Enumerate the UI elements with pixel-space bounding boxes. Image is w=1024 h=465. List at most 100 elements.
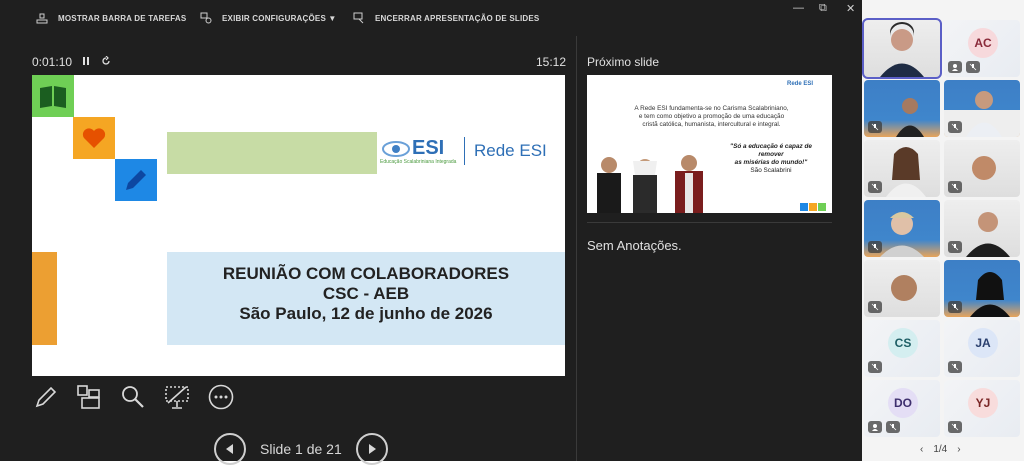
green-tile	[32, 75, 74, 117]
mic-off-icon	[871, 363, 879, 371]
participant-video-1	[880, 22, 924, 77]
slide-title-line-1: REUNIÃO COM COLABORADORES	[222, 264, 510, 283]
founders-illustration	[597, 155, 703, 213]
esi-logo-divider	[464, 137, 465, 165]
triangle-right-icon	[368, 444, 376, 454]
participant-tile-video-4[interactable]	[864, 140, 940, 197]
next-slide-body: A Rede ESI fundamenta-se no Carisma Scal…	[599, 105, 824, 129]
pane-divider[interactable]	[576, 36, 577, 461]
participant-avatar-yj: YJ	[968, 388, 998, 418]
pen-icon	[35, 386, 57, 408]
display-settings-button[interactable]: EXIBIR CONFIGURAÇÕES ▼	[200, 12, 337, 24]
end-slideshow-button[interactable]: ENCERRAR APRESENTAÇÃO DE SLIDES	[353, 12, 539, 24]
participant-avatar-ac: AC	[968, 28, 998, 58]
mic-off-icon	[871, 243, 879, 251]
display-settings-icon	[200, 12, 212, 24]
mic-off-icon	[871, 183, 879, 191]
next-slide-preview[interactable]: Rede ESI A Rede ESI fundamenta-se no Car…	[587, 75, 832, 213]
triangle-left-icon	[226, 444, 233, 454]
mic-off-icon	[951, 123, 959, 131]
participant-tile-video-9[interactable]	[944, 260, 1020, 317]
zoom-button[interactable]	[120, 384, 146, 410]
blue-tile	[115, 159, 157, 201]
slide-counter: Slide 1 de 21	[260, 441, 342, 457]
pause-timer-button[interactable]	[81, 55, 91, 69]
restart-icon	[102, 55, 110, 65]
screen-toggle-icon	[165, 386, 189, 409]
mic-off-icon	[969, 63, 977, 71]
notes-divider	[587, 222, 832, 223]
mic-off-icon	[871, 123, 879, 131]
participant-yj-mic	[948, 421, 962, 433]
close-button[interactable]: ✕	[846, 2, 855, 15]
restore-button[interactable]: ⧉	[819, 2, 827, 15]
end-slideshow-label: ENCERRAR APRESENTAÇÃO DE SLIDES	[375, 13, 540, 23]
participant-tile-cs[interactable]: CS	[864, 320, 940, 377]
participants-panel: AC CS JA DO YJ ‹ 1/4 ›	[862, 0, 1024, 461]
participant-cs-mic	[868, 361, 882, 373]
participant-tile-do[interactable]: DO	[864, 380, 940, 437]
black-screen-button[interactable]	[164, 384, 190, 410]
more-icon	[208, 384, 234, 410]
pen-tool-button[interactable]	[33, 384, 59, 410]
esi-logo: ESI Educação Scalabriniana Integrada Red…	[380, 137, 556, 167]
participant-do-status	[868, 421, 882, 433]
participant-do-mic	[886, 421, 900, 433]
participant-tile-video-5[interactable]	[944, 140, 1020, 197]
pause-icon	[83, 57, 89, 65]
next-logo-brand: Rede ESI	[787, 81, 814, 87]
slide-title-line-2: CSC - AEB	[322, 284, 410, 303]
participant-tile-video-2[interactable]	[864, 80, 940, 137]
next-quote-line-3: as misérias do mundo!"	[734, 159, 808, 166]
participant-tile-video-7[interactable]	[944, 200, 1020, 257]
participant-video-3-mic	[948, 121, 962, 133]
pager-prev-button[interactable]: ‹	[920, 444, 923, 455]
elapsed-timer: 0:01:10	[32, 55, 73, 69]
participant-tile-video-8[interactable]	[864, 260, 940, 317]
presenter-view: MOSTRAR BARRA DE TAREFAS EXIBIR CONFIGUR…	[0, 0, 862, 465]
people-icon	[872, 424, 878, 431]
show-taskbar-button[interactable]: MOSTRAR BARRA DE TAREFAS	[36, 12, 186, 24]
participant-ja-mic	[948, 361, 962, 373]
clock-time: 15:12	[536, 55, 567, 69]
participant-video-4-mic	[868, 181, 882, 193]
participant-video-7-mic	[948, 241, 962, 253]
slide-title-line-3: São Paulo, 12 de junho de 2026	[239, 304, 493, 323]
participant-video-2-mic	[868, 121, 882, 133]
participant-tile-ja[interactable]: JA	[944, 320, 1020, 377]
next-quote-author: São Scalabrini	[750, 167, 792, 174]
participant-avatar-do: DO	[888, 388, 918, 418]
participant-tile-ac[interactable]: AC	[944, 20, 1020, 77]
slide-title-box: REUNIÃO COM COLABORADORES CSC - AEB São …	[167, 252, 565, 345]
participant-video-6-mic	[868, 241, 882, 253]
orange-bar	[32, 252, 57, 345]
mic-off-icon	[951, 183, 959, 191]
previous-slide-button[interactable]	[214, 433, 246, 465]
speaker-notes[interactable]: Sem Anotações.	[587, 238, 682, 253]
pager-label: 1/4	[933, 444, 948, 455]
participant-avatar-ja: JA	[968, 328, 998, 358]
participant-video-8-mic	[868, 301, 882, 313]
minimize-button[interactable]: —	[793, 2, 804, 14]
magnifier-icon	[122, 386, 144, 408]
heart-icon	[82, 128, 106, 148]
participant-tile-video-3[interactable]	[944, 80, 1020, 137]
slide-navigation: Slide 1 de 21	[214, 433, 388, 465]
more-options-button[interactable]	[208, 384, 234, 410]
next-quote-line-2: remover	[758, 151, 784, 158]
next-slide-button[interactable]	[355, 433, 388, 465]
reset-timer-button[interactable]	[101, 55, 111, 69]
next-orange-tile	[809, 203, 817, 211]
see-all-slides-button[interactable]	[76, 384, 102, 410]
participant-tile-video-6[interactable]	[864, 200, 940, 257]
participant-tile-yj[interactable]: YJ	[944, 380, 1020, 437]
next-slide-header: Próximo slide	[587, 55, 660, 69]
participant-tile-video-1[interactable]	[862, 18, 942, 79]
next-body-line-1: A Rede ESI fundamenta-se no Carisma Scal…	[634, 105, 789, 112]
current-slide[interactable]: ESI Educação Scalabriniana Integrada Red…	[32, 75, 565, 376]
taskbar-icon	[36, 13, 48, 24]
green-bar	[167, 132, 377, 174]
rede-esi-label: Rede ESI	[474, 141, 547, 160]
pager-next-button[interactable]: ›	[957, 444, 960, 455]
display-settings-label: EXIBIR CONFIGURAÇÕES ▼	[222, 13, 337, 23]
